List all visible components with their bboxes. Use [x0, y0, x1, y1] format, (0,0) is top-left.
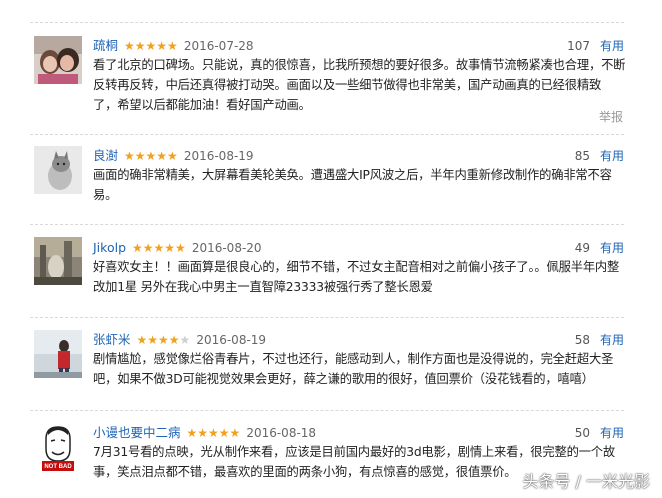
- review-separator: [30, 410, 624, 411]
- review-text: 看了北京的口碑场。只能说，真的很惊喜，比我所预想的要好很多。故事情节流畅紧凑也合…: [93, 58, 626, 112]
- useful-button[interactable]: 有用: [600, 331, 624, 349]
- review-date: 2016-08-18: [246, 426, 317, 440]
- useful-button[interactable]: 有用: [600, 147, 624, 165]
- review-separator: [30, 317, 624, 318]
- review-username[interactable]: Jikolp: [93, 240, 126, 255]
- rating-stars: ★★★★★: [132, 241, 186, 255]
- useful-button[interactable]: 有用: [600, 424, 624, 442]
- review-date: 2016-08-19: [196, 333, 267, 347]
- review-text: 好喜欢女主！！画面算是很良心的，细节不错，不过女主配音相对之前偏小孩子了。。佩服…: [93, 260, 620, 294]
- rating-stars: ★★★★★: [124, 39, 178, 53]
- user-avatar[interactable]: NOT BAD: [34, 423, 82, 471]
- rating-stars: ★★★★★: [124, 149, 178, 163]
- review-username[interactable]: 良澍: [93, 148, 118, 163]
- review-separator: [30, 22, 624, 23]
- report-link[interactable]: 举报: [599, 108, 623, 125]
- rating-stars: ★★★★★: [186, 426, 241, 440]
- review-username[interactable]: 疏桐: [93, 38, 118, 53]
- review-username[interactable]: 张虾米: [93, 332, 131, 347]
- review-text: 剧情尴尬，感觉像烂俗青春片，不过也还行，能感动到人，制作方面也是没得说的，完全赶…: [93, 352, 614, 386]
- user-avatar[interactable]: [34, 330, 82, 378]
- review-text: 画面的确非常精美，大屏幕看美轮美奂。遭遇盛大IP风波之后，半年内重新修改制作的确…: [93, 168, 612, 202]
- review-date: 2016-08-19: [183, 149, 254, 163]
- review-separator: [30, 224, 624, 225]
- useful-count: 58: [574, 333, 590, 347]
- useful-count: 49: [574, 241, 590, 255]
- user-avatar[interactable]: [34, 36, 82, 84]
- review-date: 2016-08-20: [191, 241, 262, 255]
- review-username[interactable]: 小谩也要中二病: [93, 425, 181, 440]
- useful-count: 50: [574, 426, 590, 440]
- useful-button[interactable]: 有用: [600, 37, 624, 55]
- avatar-caption: NOT BAD: [44, 464, 72, 470]
- useful-button[interactable]: 有用: [600, 239, 624, 257]
- watermark: 头条号 / 一米光影: [522, 472, 650, 491]
- review-date: 2016-07-28: [183, 39, 254, 53]
- useful-count: 85: [574, 149, 590, 163]
- user-avatar[interactable]: [34, 237, 82, 285]
- rating-stars: ★★★★★: [136, 333, 191, 347]
- useful-count: 107: [567, 39, 590, 53]
- review-separator: [30, 134, 624, 135]
- user-avatar[interactable]: [34, 146, 82, 194]
